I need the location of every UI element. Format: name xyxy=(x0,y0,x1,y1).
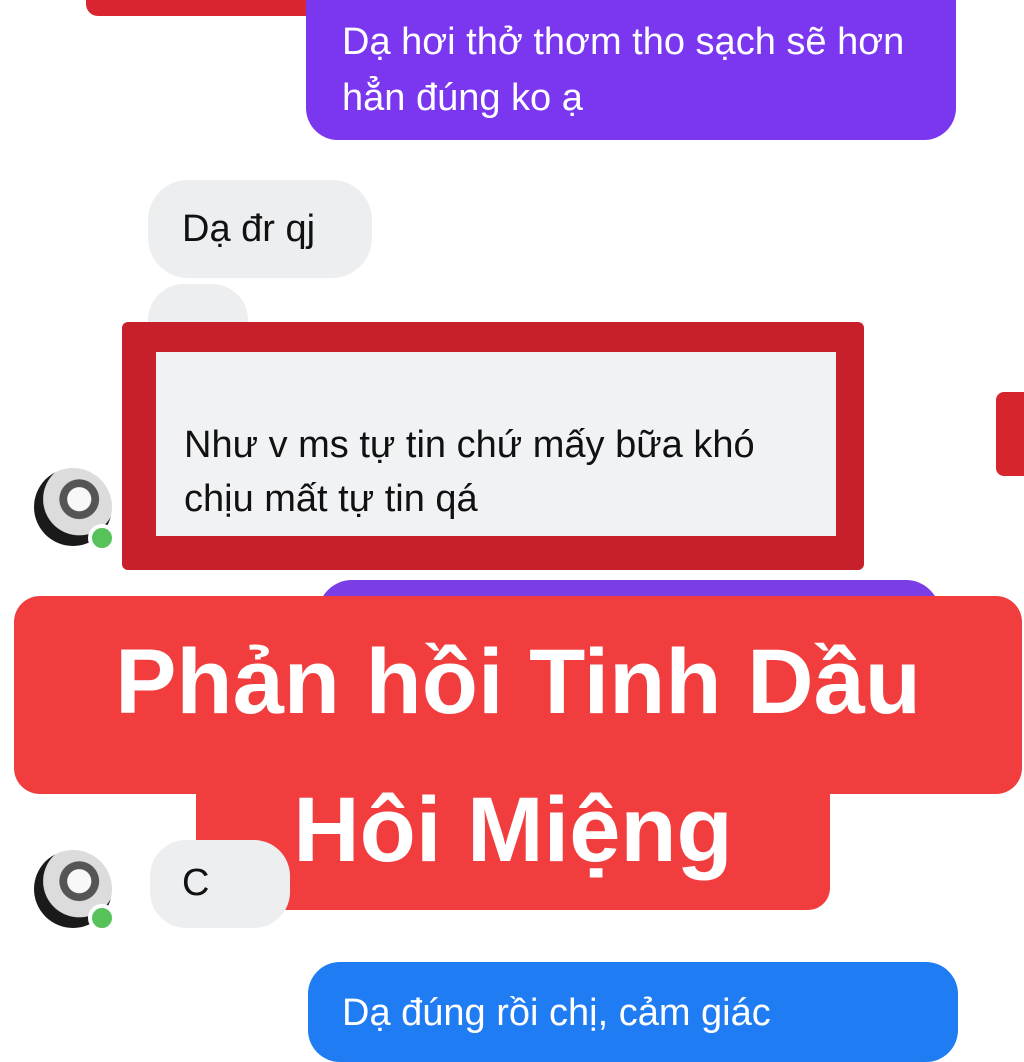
outgoing-message-bubble[interactable]: Dạ đúng rồi chị, cảm giác xyxy=(308,962,958,1062)
banner-title-line2: Hôi Miệng xyxy=(293,779,733,881)
incoming-message-bubble[interactable]: C xyxy=(150,840,290,928)
outgoing-message-bubble[interactable]: Dạ hơi thở thơm tho sạch sẽ hơn hẳn đúng… xyxy=(306,0,956,140)
banner-title-line1: Phản hồi Tinh Dầu xyxy=(115,631,921,733)
side-highlight-marker xyxy=(996,392,1024,476)
message-text: Dạ đúng rồi chị, cảm giác xyxy=(342,992,771,1034)
message-text: C xyxy=(182,862,210,904)
incoming-message-bubble[interactable]: Dạ đr qj xyxy=(148,180,372,278)
message-text: Dạ hơi thở thơm tho sạch sẽ hơn hẳn đúng… xyxy=(342,21,905,119)
online-status-dot xyxy=(88,904,116,932)
online-status-dot xyxy=(88,524,116,552)
message-text: Dạ đr qj xyxy=(182,208,316,250)
message-text: Như v ms tự tin chứ mấy bữa khó chịu mất… xyxy=(184,424,755,520)
incoming-message-bubble-highlighted[interactable]: Như v ms tự tin chứ mấy bữa khó chịu mất… xyxy=(156,352,836,536)
